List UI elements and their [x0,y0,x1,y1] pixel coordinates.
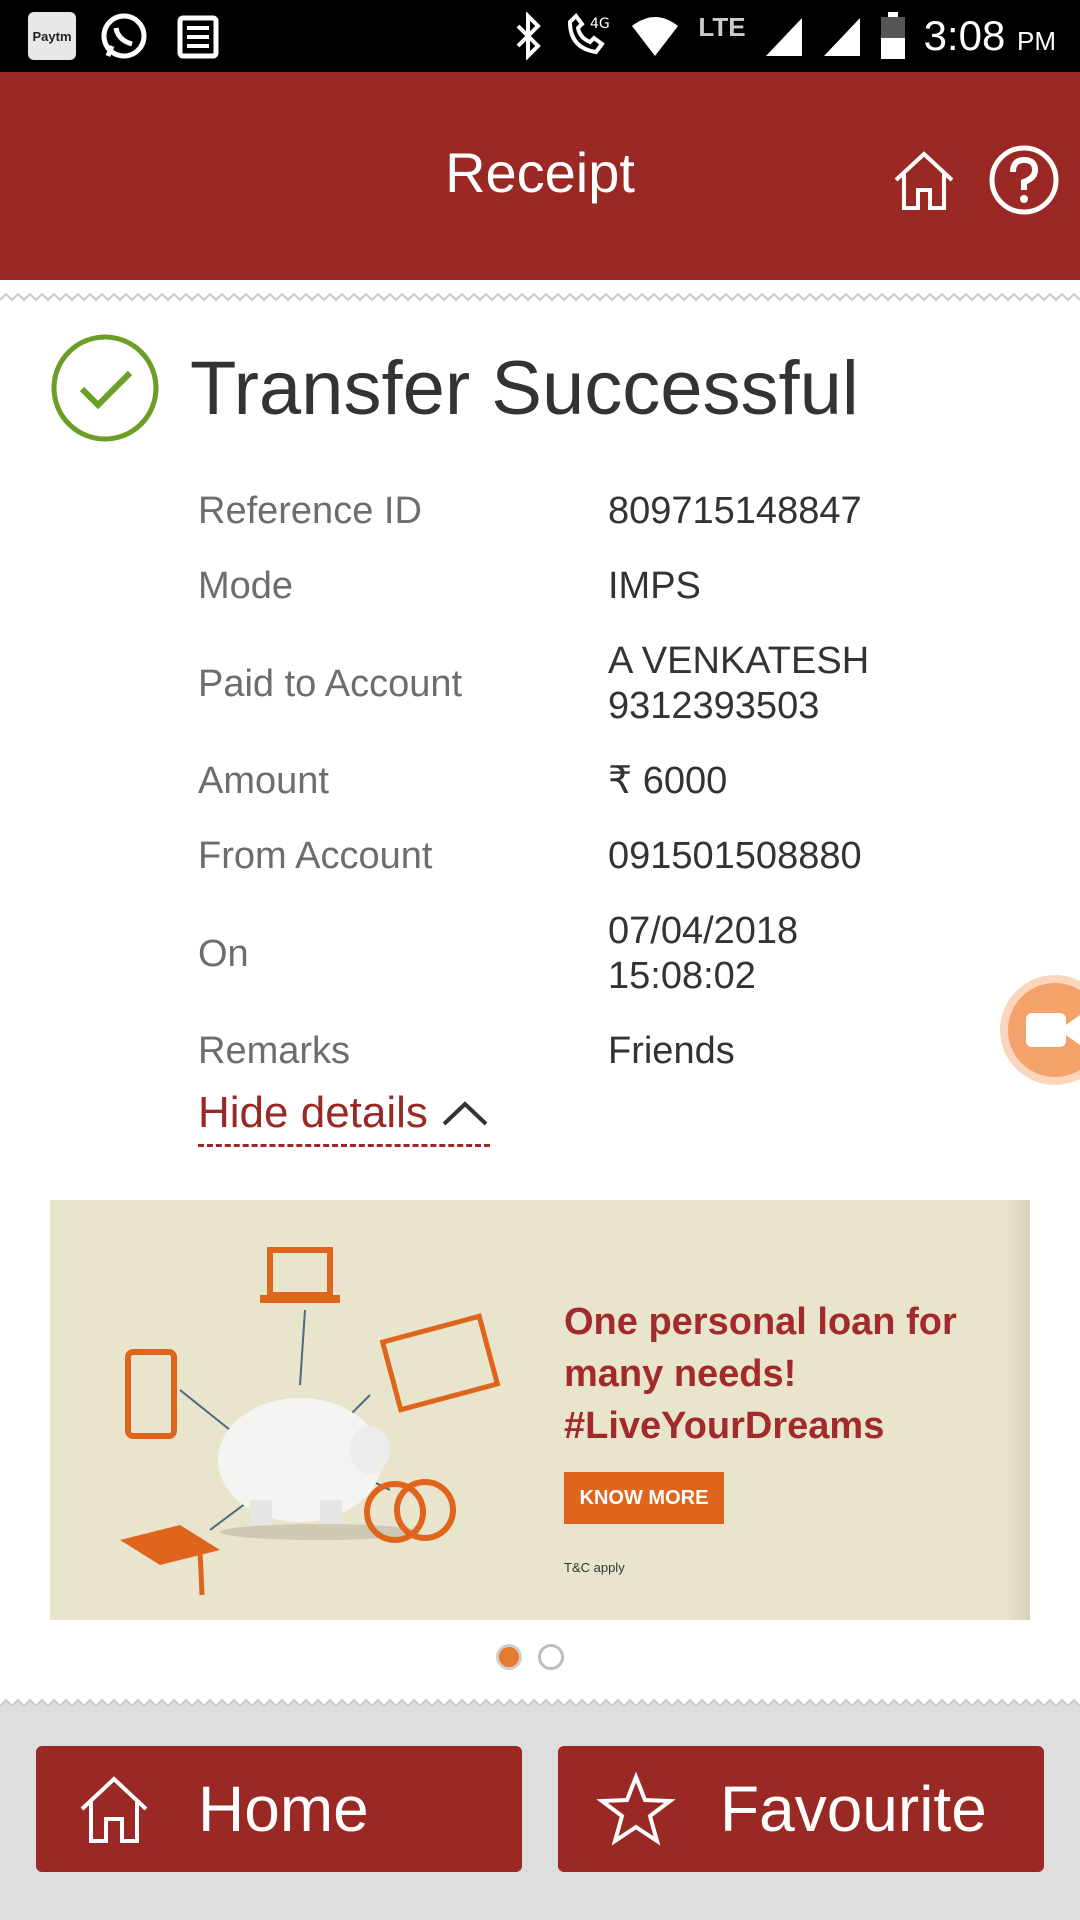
detail-value: ₹ 6000 [608,760,728,802]
carousel-dot-1[interactable] [496,1644,522,1670]
payee-account: 9312393503 [608,685,820,727]
detail-label: From Account [198,835,433,877]
battery-icon [880,12,905,59]
detail-label: Mode [198,565,294,607]
volte-call-icon: 4G [568,12,610,55]
signal-2-icon [823,18,860,56]
detail-row-on: On 07/04/2018 15:08:02 [198,894,1018,1014]
detail-row-mode: Mode IMPS [198,549,1018,624]
detail-row-amount: Amount ₹ 6000 [198,744,1018,819]
carousel-dots [496,1644,564,1670]
home-button[interactable]: Home [36,1746,522,1872]
paytm-icon: Paytm [28,12,76,60]
banner-edge [1006,1200,1030,1620]
app-header: Receipt [0,72,1080,280]
payee-name: A VENKATESH [608,640,870,682]
star-icon [596,1771,676,1846]
terms-note: T&C apply [564,1560,625,1575]
detail-label: Reference ID [198,490,422,532]
promo-banner[interactable]: One personal loan for many needs! #LiveY… [50,1200,1030,1620]
banner-headline: One personal loan for many needs! #LiveY… [564,1296,1004,1452]
banner-line-2: many needs! [564,1353,797,1395]
news-icon [177,15,219,59]
detail-row-remarks: Remarks Friends [198,1014,1018,1089]
zigzag-divider [0,280,1080,302]
know-more-button[interactable]: KNOW MORE [564,1472,724,1524]
bluetooth-icon [516,12,542,60]
transfer-date: 07/04/2018 [608,910,799,952]
success-title: Transfer Successful [190,345,859,431]
home-icon [80,1776,148,1843]
carousel-dot-2[interactable] [538,1644,564,1670]
transfer-details: Reference ID 809715148847 Mode IMPS Paid… [198,474,1018,1089]
detail-label: On [198,932,249,975]
signal-icon [765,18,802,56]
wifi-icon [632,17,679,56]
detail-row-from-account: From Account 091501508880 [198,819,1018,894]
detail-value: A VENKATESH 9312393503 [608,639,869,729]
detail-value: IMPS [608,565,701,607]
svg-text:4G: 4G [590,16,610,32]
video-camera-icon [1026,1013,1080,1047]
home-button-label: Home [198,1773,369,1845]
banner-line-3: #LiveYourDreams [564,1405,885,1447]
banner-line-1: One personal loan for [564,1301,957,1343]
detail-value: 07/04/2018 15:08:02 [608,909,798,999]
favourite-button[interactable]: Favourite [558,1746,1044,1872]
help-icon[interactable] [986,142,1062,218]
chevron-up-icon [442,1101,488,1126]
clock: 3:08 PM [923,12,1056,59]
check-circle-icon [51,334,159,442]
favourite-button-label: Favourite [720,1773,987,1845]
detail-row-paid-to: Paid to Account A VENKATESH 9312393503 [198,624,1018,744]
hide-details-label: Hide details [198,1088,428,1137]
detail-row-reference-id: Reference ID 809715148847 [198,474,1018,549]
detail-label: Remarks [198,1030,351,1072]
home-icon[interactable] [886,142,962,218]
detail-value: Friends [608,1030,735,1072]
detail-value: 809715148847 [608,490,862,532]
footer-bar: Home Favourite [0,1706,1080,1920]
whatsapp-icon [101,13,147,59]
lte-label: LTE [698,11,746,42]
hide-details-link[interactable]: Hide details [198,1088,490,1147]
success-header: Transfer Successful [50,333,859,443]
status-bar: Paytm 4G LTE 3:08 PM [0,0,1080,72]
transfer-time: 15:08:02 [608,955,756,997]
detail-value: 091501508880 [608,835,862,877]
detail-label: Paid to Account [198,662,463,705]
piggy-bank-illustration [120,1247,501,1596]
detail-label: Amount [198,760,329,802]
